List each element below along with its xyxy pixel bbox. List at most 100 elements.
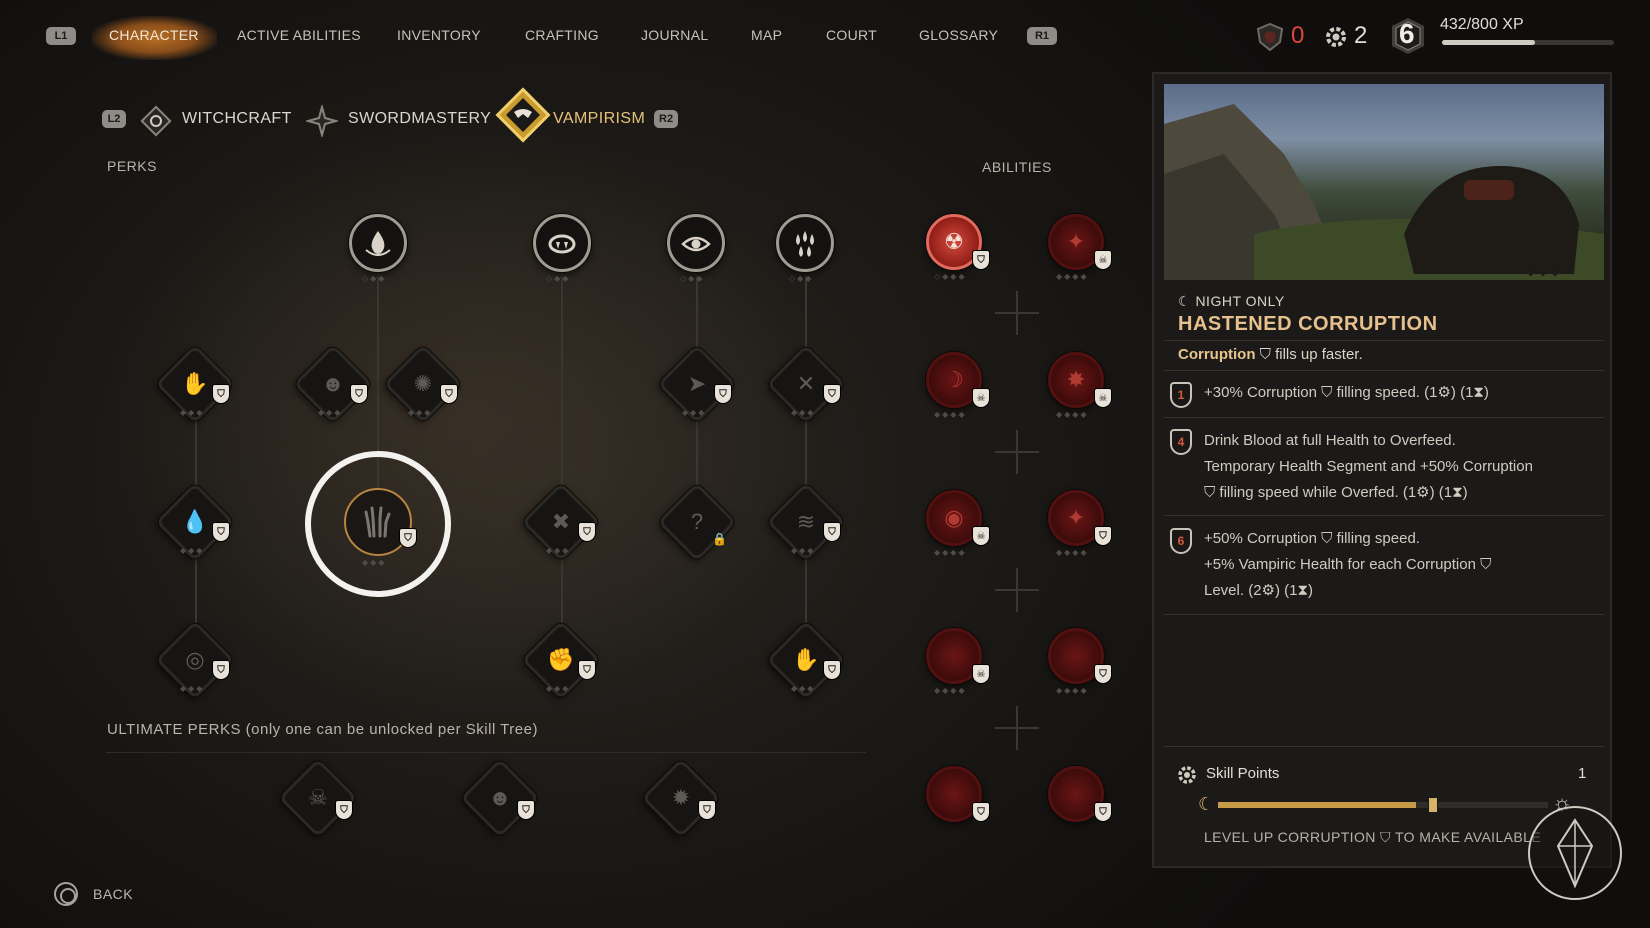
level-up-hint: LEVEL UP CORRUPTION ⛉ TO MAKE AVAILABLE bbox=[1204, 829, 1542, 845]
xp-text: 432/800 XP bbox=[1440, 16, 1524, 33]
preview-rank-dots: ◆◆◆ bbox=[1526, 264, 1563, 278]
player-level: 6 bbox=[1399, 18, 1415, 49]
ability-rank-dots: ◇◆◆◆ bbox=[934, 272, 967, 281]
corruption-requirement-badge: ⛉ bbox=[714, 384, 732, 404]
tab-active-abilities[interactable]: ACTIVE ABILITIES bbox=[237, 27, 361, 43]
summary-keyword: Corruption bbox=[1178, 346, 1256, 363]
divider bbox=[1164, 614, 1604, 615]
rank-badge: 1 bbox=[1170, 382, 1192, 408]
xp-progress-bar bbox=[1442, 40, 1614, 45]
ability-connector bbox=[995, 291, 1039, 335]
compass-star-icon bbox=[1556, 818, 1594, 889]
corruption-requirement-badge: ⛉ bbox=[1094, 802, 1112, 822]
corruption-shield-icon: ⛉ bbox=[1259, 346, 1276, 363]
divider bbox=[1164, 746, 1604, 747]
tab-character[interactable]: CHARACTER bbox=[109, 27, 199, 43]
corruption-requirement-badge: ⛉ bbox=[578, 660, 596, 680]
perk-rank-dots: ◆◆◆ bbox=[682, 408, 707, 417]
perk-rank-dots: ◇◆◆ bbox=[546, 274, 571, 283]
divider bbox=[1164, 417, 1604, 418]
ability-rank-dots: ◆◆◆◆ bbox=[1056, 272, 1089, 281]
ability-connector bbox=[995, 568, 1039, 612]
perk-title: HASTENED CORRUPTION bbox=[1178, 313, 1438, 335]
corruption-requirement-badge: ⛉ bbox=[823, 660, 841, 680]
perk-rank-dots: ◆◆◆ bbox=[180, 546, 205, 555]
perk-rank-dots: ◇◆◆ bbox=[362, 274, 387, 283]
corruption-requirement-badge: ⛉ bbox=[823, 522, 841, 542]
effect-line: +30% Corruption ⛉ filling speed. (1⚙) (1… bbox=[1204, 384, 1489, 401]
skull-requirement-badge: ☠ bbox=[972, 664, 990, 684]
divider bbox=[1164, 515, 1604, 516]
back-button[interactable]: BACK bbox=[93, 886, 133, 902]
subtab-witchcraft[interactable]: WITCHCRAFT bbox=[182, 110, 292, 128]
ability-rank-dots: ◆◆◆◆ bbox=[1056, 686, 1089, 695]
perk-rank-dots: ◇◆◆ bbox=[680, 274, 705, 283]
lock-icon: 🔒 bbox=[712, 532, 727, 546]
rank-1-effect: +30% Corruption ⛉ filling speed. (1⚙) (1… bbox=[1204, 380, 1489, 406]
ultimate-perks-heading: ULTIMATE PERKS (only one can be unlocked… bbox=[107, 721, 538, 738]
l2-button-hint[interactable]: L2 bbox=[102, 110, 126, 128]
perk-rank-dots: ◆◆◆ bbox=[180, 408, 205, 417]
corruption-requirement-badge: ⛉ bbox=[335, 800, 353, 820]
skull-requirement-badge: ☠ bbox=[972, 388, 990, 408]
tree-connector bbox=[561, 276, 563, 656]
subtab-swordmastery[interactable]: SWORDMASTERY bbox=[348, 110, 491, 128]
tab-glossary[interactable]: GLOSSARY bbox=[919, 27, 998, 43]
skull-requirement-badge: ☠ bbox=[1094, 250, 1112, 270]
effect-line: Level. (2⚙) (1⧗) bbox=[1204, 582, 1314, 599]
xp-progress-fill bbox=[1442, 40, 1535, 45]
perk-rank-dots: ◇◆◆ bbox=[789, 274, 814, 283]
landscape-illustration bbox=[1164, 104, 1604, 280]
corruption-requirement-badge: ⛉ bbox=[1094, 664, 1112, 684]
corruption-requirement-badge: ⛉ bbox=[212, 384, 230, 404]
summary-text: fills up faster. bbox=[1275, 346, 1363, 363]
corruption-requirement-badge: ⛉ bbox=[972, 802, 990, 822]
skill-gear-icon bbox=[1178, 766, 1196, 784]
blood-drops-icon bbox=[796, 231, 814, 257]
effect-line: Drink Blood at full Health to Overfeed. bbox=[1204, 432, 1456, 449]
tab-court[interactable]: COURT bbox=[826, 27, 877, 43]
corruption-progress-fill bbox=[1218, 802, 1416, 808]
r1-button-hint[interactable]: R1 bbox=[1027, 27, 1057, 45]
circle-button-icon[interactable] bbox=[54, 882, 78, 906]
tab-inventory[interactable]: INVENTORY bbox=[397, 27, 481, 43]
selection-highlight-ring bbox=[305, 451, 451, 597]
perks-heading: PERKS bbox=[107, 158, 157, 174]
divider bbox=[1164, 370, 1604, 371]
skull-requirement-badge: ☠ bbox=[1094, 388, 1112, 408]
tab-map[interactable]: MAP bbox=[751, 27, 782, 43]
l1-button-hint[interactable]: L1 bbox=[46, 27, 76, 45]
corruption-requirement-badge: ⛉ bbox=[440, 384, 458, 404]
r2-button-hint[interactable]: R2 bbox=[654, 110, 679, 128]
tab-journal[interactable]: JOURNAL bbox=[641, 27, 708, 43]
skull-requirement-badge: ☠ bbox=[972, 526, 990, 546]
ability-connector bbox=[995, 706, 1039, 750]
subtab-vampirism[interactable]: VAMPIRISM bbox=[553, 110, 645, 128]
ability-rank-dots: ◆◆◆◆ bbox=[934, 548, 967, 557]
corruption-progress-bar bbox=[1218, 797, 1548, 813]
compass-emblem bbox=[1528, 806, 1622, 900]
perk-rank-dots: ◆◆◆ bbox=[546, 546, 571, 555]
fanged-mouth-icon bbox=[548, 234, 576, 254]
perk-rank-dots: ◆◆◆ bbox=[791, 408, 816, 417]
corruption-requirement-badge: ⛉ bbox=[212, 660, 230, 680]
perk-summary: Corruption ⛉ fills up faster. bbox=[1178, 340, 1363, 370]
skill-gear-icon bbox=[1326, 27, 1346, 47]
tab-crafting[interactable]: CRAFTING bbox=[525, 27, 599, 43]
corruption-count: 0 bbox=[1291, 22, 1305, 49]
corruption-requirement-badge: ⛉ bbox=[1094, 526, 1112, 546]
corruption-level-marker bbox=[1428, 797, 1438, 813]
skill-points-value: 1 bbox=[1578, 765, 1587, 782]
ability-rank-dots: ◆◆◆◆ bbox=[1056, 410, 1089, 419]
perk-rank-dots: ◆◆◆ bbox=[791, 546, 816, 555]
moon-icon: ☾ bbox=[1198, 794, 1215, 814]
top-navigation: L1 CHARACTER ACTIVE ABILITIES INVENTORY … bbox=[0, 0, 1650, 72]
corruption-requirement-badge: ⛉ bbox=[972, 250, 990, 270]
rank-6-effect: +50% Corruption ⛉ filling speed. +5% Vam… bbox=[1204, 526, 1491, 604]
ability-rank-dots: ◆◆◆◆ bbox=[934, 686, 967, 695]
perk-rank-dots: ◆◆◆ bbox=[180, 684, 205, 693]
perk-detail-panel: ◆◆◆ ☾ NIGHT ONLY HASTENED CORRUPTION Cor… bbox=[1152, 72, 1612, 868]
perk-rank-dots: ◆◆◆ bbox=[791, 684, 816, 693]
rank-badge: 4 bbox=[1170, 429, 1192, 455]
perk-rank-dots: ◆◆◆ bbox=[546, 684, 571, 693]
